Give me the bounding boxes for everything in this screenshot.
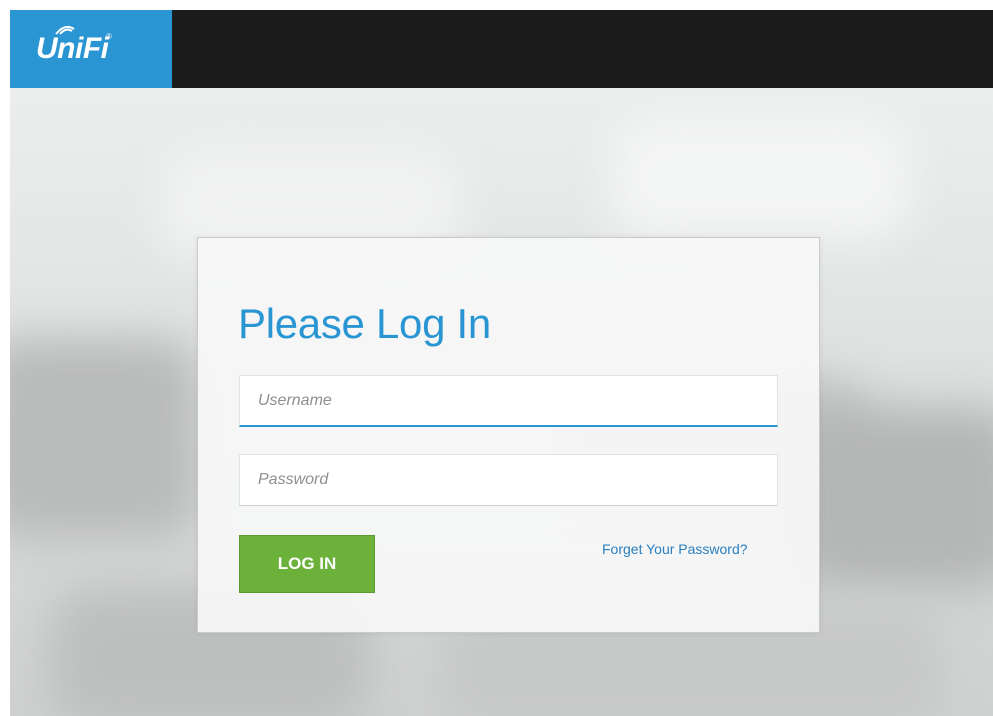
logo-text: UniFi [36,32,109,65]
page-title: Please Log In [238,300,491,347]
username-input[interactable] [240,376,777,425]
forgot-password-link[interactable]: Forget Your Password? [602,541,748,557]
username-field [239,375,778,427]
registered-mark: ® [106,32,112,41]
password-input[interactable] [240,455,777,505]
login-button[interactable]: LOG IN [239,535,375,593]
password-field [239,454,778,506]
unifi-logo[interactable]: UniFi ® [10,10,172,88]
top-bar: UniFi ® [10,10,993,88]
login-card: Please Log In LOG IN Forget Your Passwor… [197,237,820,633]
browser-viewport: UniFi ® Please Log In LOG IN Forget Your… [10,10,993,716]
